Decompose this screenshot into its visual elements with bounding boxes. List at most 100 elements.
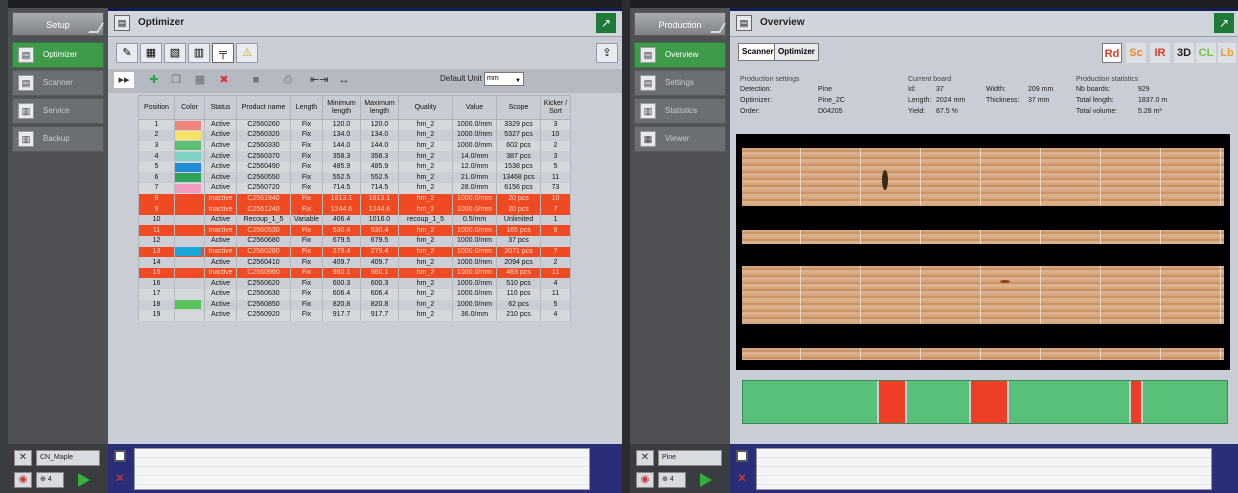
color-cell[interactable] — [174, 183, 205, 194]
cell-scope[interactable]: 20 pcs — [496, 193, 541, 205]
cell-status[interactable]: Active — [204, 161, 237, 173]
cell-name[interactable]: C2560850 — [236, 299, 291, 311]
cell-length[interactable]: Fix — [290, 204, 323, 215]
recipe-field[interactable]: CN_Maple — [36, 450, 100, 466]
cell-status[interactable]: Active — [204, 278, 237, 289]
cell-name[interactable]: C2560960 — [236, 267, 291, 279]
cell-value[interactable]: 1000.0/mm — [452, 225, 497, 237]
cell-value[interactable]: 36.0/mm — [452, 310, 497, 321]
forward-icon[interactable]: ▸▸ — [114, 72, 134, 88]
cell-quality[interactable]: hm_2 — [398, 289, 453, 300]
cell-min[interactable]: 406.4 — [322, 214, 361, 226]
col-status[interactable]: Status — [204, 95, 237, 120]
cell-length[interactable]: Fix — [290, 246, 323, 258]
cell-kicker[interactable]: 11 — [540, 172, 571, 184]
cell-quality[interactable]: hm_2 — [398, 130, 453, 141]
message-log[interactable] — [756, 448, 1212, 490]
cell-max[interactable]: 820.8 — [360, 299, 399, 311]
cell-quality[interactable]: hm_2 — [398, 140, 453, 152]
cell-min[interactable]: 917.7 — [322, 310, 361, 321]
color-cell[interactable] — [174, 299, 205, 311]
recipe-field[interactable]: Pine — [658, 450, 722, 466]
cell-min[interactable]: 679.5 — [322, 236, 361, 247]
table-row[interactable]: 15 Inactive C2560960 Fix 960.1 960.1 hm_2 1000.… — [138, 267, 571, 279]
message-log[interactable] — [134, 448, 590, 490]
cell-name[interactable]: C2560620 — [236, 278, 291, 289]
cell-max[interactable]: 530.4 — [360, 225, 399, 237]
cell-name[interactable]: C2560530 — [236, 225, 291, 237]
stop-icon[interactable]: ◉ — [14, 472, 32, 488]
cell-scope[interactable]: 37 pcs — [496, 236, 541, 247]
col-scope[interactable]: Scope — [496, 95, 541, 120]
table-row[interactable]: 19 Active C2560920 Fix 917.7 917.7 hm_2 36.0/mm… — [138, 310, 571, 321]
cell-kicker[interactable]: 5 — [540, 299, 571, 311]
cell-value[interactable]: 1000.0/mm — [452, 204, 497, 215]
stop-icon[interactable]: ◉ — [636, 472, 654, 488]
cell-max[interactable]: 714.5 — [360, 183, 399, 194]
cell-name[interactable]: Recoup_1_5 — [236, 214, 291, 226]
cell-scope[interactable]: 387 pcs — [496, 151, 541, 162]
cell-status[interactable]: Active — [204, 140, 237, 152]
cell-min[interactable]: 960.1 — [322, 267, 361, 279]
cell-min[interactable]: 606.4 — [322, 289, 361, 300]
board-scan-image[interactable] — [736, 134, 1230, 370]
color-cell[interactable] — [174, 204, 205, 215]
table-row[interactable]: 6 Active C2560550 Fix 552.5 552.5 hm_2 21.0/mm 1… — [138, 172, 571, 184]
cell-pos[interactable]: 10 — [138, 214, 175, 226]
cell-max[interactable]: 600.3 — [360, 278, 399, 289]
counter-field[interactable]: ⊕ 4 — [658, 472, 686, 488]
cell-status[interactable]: Active — [204, 130, 237, 141]
cross-icon[interactable]: ✕ — [636, 450, 654, 466]
cell-scope[interactable]: 13468 pcs — [496, 172, 541, 184]
status-icon[interactable]: ↗ — [596, 13, 616, 33]
cell-kicker[interactable]: 9 — [540, 225, 571, 237]
mode-cl[interactable]: CL — [1196, 43, 1216, 63]
export-icon[interactable]: ⇪ — [596, 43, 618, 63]
cell-status[interactable]: Active — [204, 183, 237, 194]
cell-min[interactable]: 120.0 — [322, 119, 361, 131]
cell-length[interactable]: Fix — [290, 161, 323, 173]
color-cell[interactable] — [174, 246, 205, 258]
cell-name[interactable]: C2560550 — [236, 172, 291, 184]
cell-scope[interactable]: 62 pcs — [496, 299, 541, 311]
cell-quality[interactable]: hm_2 — [398, 236, 453, 247]
cell-length[interactable]: Fix — [290, 267, 323, 279]
cell-quality[interactable]: hm_2 — [398, 225, 453, 237]
play-icon[interactable] — [78, 473, 90, 487]
mode-lb[interactable]: Lb — [1218, 43, 1236, 63]
color-cell[interactable] — [174, 236, 205, 247]
cell-quality[interactable]: hm_2 — [398, 151, 453, 162]
cell-length[interactable]: Fix — [290, 140, 323, 152]
cell-scope[interactable]: 2071 pcs — [496, 246, 541, 258]
color-cell[interactable] — [174, 172, 205, 184]
sidebar-item-scanner[interactable]: ▤ Scanner — [12, 70, 104, 96]
cell-max[interactable]: 960.1 — [360, 267, 399, 279]
cell-value[interactable]: 1000.0/mm — [452, 289, 497, 300]
cell-length[interactable]: Fix — [290, 119, 323, 131]
cell-max[interactable]: 679.5 — [360, 236, 399, 247]
table-row[interactable]: 7 Active C2560720 Fix 714.5 714.5 hm_2 28.0/mm 6… — [138, 183, 571, 194]
cell-min[interactable]: 552.5 — [322, 172, 361, 184]
bar-chart-icon[interactable]: ▥ — [188, 43, 210, 63]
table-row[interactable]: 16 Active C2560620 Fix 600.3 600.3 hm_2 1000.0/… — [138, 278, 571, 289]
cell-kicker[interactable]: 4 — [540, 310, 571, 321]
cell-kicker[interactable]: 4 — [540, 278, 571, 289]
cell-quality[interactable]: hm_2 — [398, 246, 453, 258]
fit-width-icon[interactable]: ⇤⇥ — [310, 72, 328, 88]
mode-rd[interactable]: Rd — [1102, 43, 1122, 63]
col-kicker[interactable]: Kicker / Sort — [540, 95, 571, 120]
cell-name[interactable]: C2560680 — [236, 236, 291, 247]
cell-pos[interactable]: 8 — [138, 193, 175, 205]
cell-value[interactable]: 1000.0/mm — [452, 119, 497, 131]
cell-scope[interactable]: 3329 pcs — [496, 119, 541, 131]
cell-kicker[interactable]: 11 — [540, 289, 571, 300]
cell-scope[interactable]: 6156 pcs — [496, 183, 541, 194]
sidebar-title[interactable]: Production — [634, 12, 726, 36]
table-row[interactable]: 12 Active C2560680 Fix 679.5 679.5 hm_2 1000.0/… — [138, 236, 571, 247]
color-cell[interactable] — [174, 119, 205, 131]
cell-status[interactable]: Active — [204, 119, 237, 131]
cell-min[interactable]: 1813.1 — [322, 193, 361, 205]
cell-pos[interactable]: 11 — [138, 225, 175, 237]
cell-pos[interactable]: 3 — [138, 140, 175, 152]
cell-status[interactable]: Inactive — [204, 204, 237, 215]
